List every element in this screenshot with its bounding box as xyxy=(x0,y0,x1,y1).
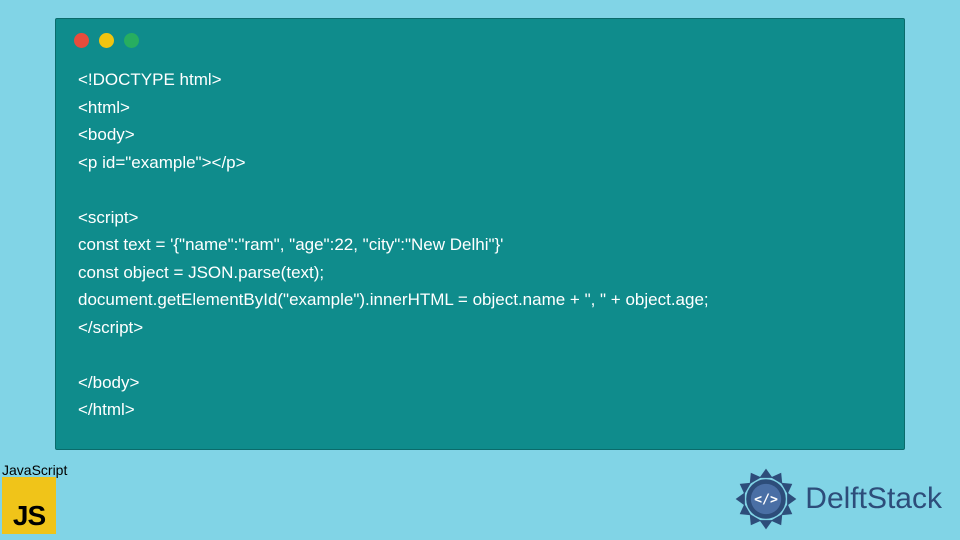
code-window: <!DOCTYPE html> <html> <body> <p id="exa… xyxy=(55,18,905,450)
maximize-icon[interactable] xyxy=(124,33,139,48)
minimize-icon[interactable] xyxy=(99,33,114,48)
window-controls xyxy=(56,19,904,58)
gear-icon: </> xyxy=(733,466,799,532)
js-letters: JS xyxy=(13,500,45,534)
js-icon: JS xyxy=(2,480,56,534)
svg-text:</>: </> xyxy=(754,493,778,508)
close-icon[interactable] xyxy=(74,33,89,48)
code-block: <!DOCTYPE html> <html> <body> <p id="exa… xyxy=(56,58,904,424)
badge-label: JavaScript xyxy=(2,462,67,478)
brand-name: DelftStack xyxy=(805,482,942,516)
javascript-badge: JavaScript JS xyxy=(2,462,67,534)
brand-logo: </> DelftStack xyxy=(733,466,942,532)
